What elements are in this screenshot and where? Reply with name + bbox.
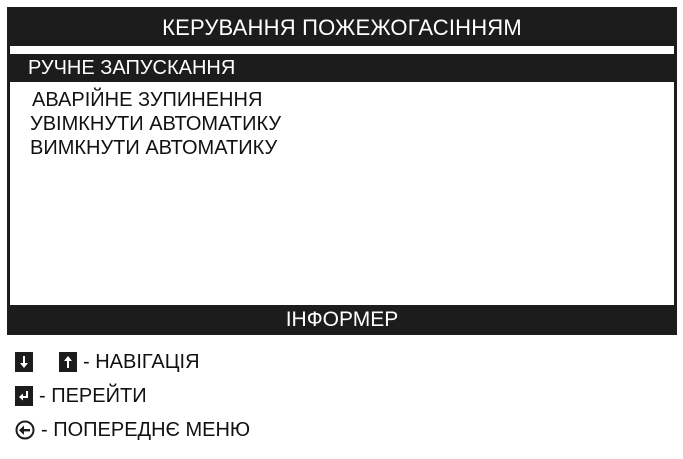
arrow-up-icon (59, 352, 77, 372)
main-menu: РУЧНЕ ЗАПУСКАННЯ АВАРІЙНЕ ЗУПИНЕННЯ УВІМ… (10, 54, 674, 160)
screen-title: КЕРУВАННЯ ПОЖЕЖОГАСІННЯМ (10, 10, 674, 46)
enter-icon (15, 386, 33, 406)
back-arrow-circle-icon (15, 420, 35, 440)
menu-item-enable-automation[interactable]: УВІМКНУТИ АВТОМАТИКУ (10, 112, 674, 136)
navigation-hint-text: - НАВІГАЦІЯ (83, 350, 200, 373)
informer-line-go: - ПЕРЕЙТИ (15, 383, 147, 409)
arrow-down-icon (15, 352, 33, 372)
informer-title: ІНФОРМЕР (7, 305, 677, 335)
back-hint-text: - ПОПЕРЕДНЄ МЕНЮ (41, 418, 251, 441)
informer-line-navigation: - НАВІГАЦІЯ (15, 349, 200, 375)
informer-panel: - НАВІГАЦІЯ - ПЕРЕЙТИ - ПОПЕРЕДНЄ МЕНЮ (7, 335, 677, 455)
menu-item-manual-start[interactable]: РУЧНЕ ЗАПУСКАННЯ (10, 54, 674, 82)
informer-line-back: - ПОПЕРЕДНЄ МЕНЮ (15, 417, 250, 443)
fire-control-screen: КЕРУВАННЯ ПОЖЕЖОГАСІННЯМ РУЧНЕ ЗАПУСКАНН… (7, 7, 677, 455)
menu-item-emergency-stop[interactable]: АВАРІЙНЕ ЗУПИНЕННЯ (10, 88, 674, 112)
go-hint-text: - ПЕРЕЙТИ (39, 384, 147, 407)
menu-item-disable-automation[interactable]: ВИМКНУТИ АВТОМАТИКУ (10, 136, 674, 160)
